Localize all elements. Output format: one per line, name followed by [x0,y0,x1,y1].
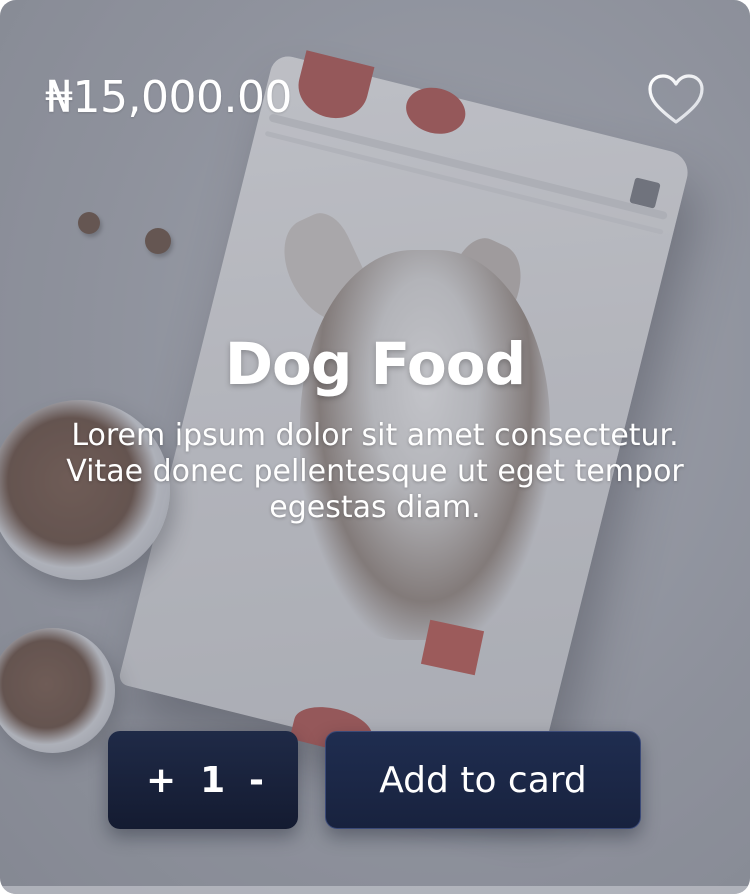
quantity-value: 1 [200,759,226,801]
add-to-cart-button[interactable]: Add to card [325,731,641,829]
quantity-stepper: + 1 - [108,731,298,829]
product-card: ₦15,000.00 Dog Food Lorem ipsum dolor si… [0,0,750,894]
heart-outline-icon [648,74,704,124]
favorite-button[interactable] [646,73,706,127]
product-price: ₦15,000.00 [45,72,292,123]
product-title: Dog Food [224,330,526,398]
product-description: Lorem ipsum dolor sit amet consectetur. … [66,418,684,525]
decrement-button[interactable]: - [249,760,264,801]
card-bottom-edge [0,886,750,894]
increment-button[interactable]: + [146,760,176,801]
